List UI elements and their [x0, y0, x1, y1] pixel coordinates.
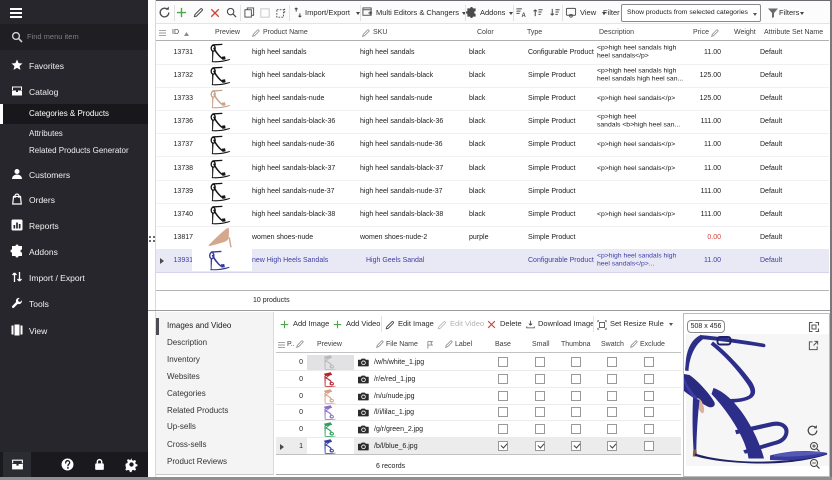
svg-text:A: A: [521, 13, 526, 19]
